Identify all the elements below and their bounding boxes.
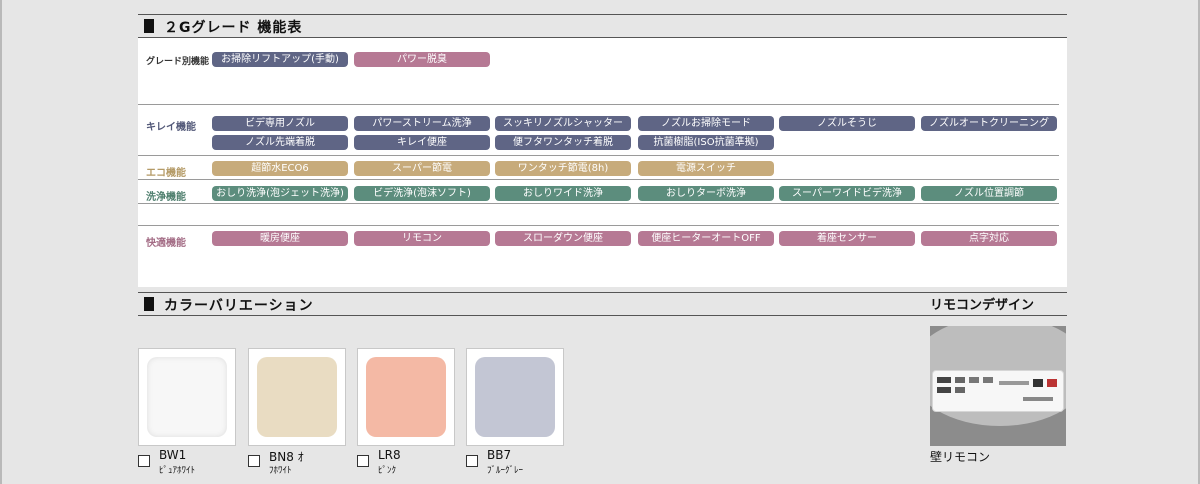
feature-pill-kirei: 便フタワンタッチ着脱 [495,135,631,150]
color-checkbox-bw1[interactable] [138,455,150,467]
row-label-sen: 洗浄機能 [146,192,186,203]
square-bullet-icon [144,19,154,33]
color-section-header: カラーバリエーション [138,292,1067,316]
feature-pill-eco: ワンタッチ節電(8h) [495,161,631,176]
feature-pill-kirei: スッキリノズルシャッター [495,116,631,131]
feature-pill-kai: リモコン [354,231,490,246]
row-divider [138,225,1059,226]
swatch-tile [475,357,555,437]
color-name: ﾌﾞﾙｰｸﾞﾚｰ [487,466,524,476]
remote-design-title: リモコンデザイン [930,298,1035,313]
remote-control-image [930,326,1066,446]
swatch-tile [147,357,227,437]
color-code: LR8 [378,448,401,462]
feature-pill-kirei: ノズルそうじ [779,116,915,131]
remote-caption: 壁リモコン [930,450,991,464]
color-swatch-bb7[interactable] [466,348,564,446]
feature-pill-grade: お掃除リフトアップ(手動) [212,52,348,67]
wall-remote-body [932,370,1064,412]
feature-pill-kirei: ビデ専用ノズル [212,116,348,131]
swatch-tile [366,357,446,437]
feature-pill-kai: 点字対応 [921,231,1057,246]
row-divider [138,104,1059,105]
feature-pill-kai: 便座ヒーターオートOFF [638,231,774,246]
feature-pill-kirei: ノズルお掃除モード [638,116,774,131]
color-checkbox-bn8[interactable] [248,455,260,467]
color-checkbox-lr8[interactable] [357,455,369,467]
row-label-kirei: キレイ機能 [146,122,196,133]
row-label-grade: グレード別機能 [146,57,210,67]
feature-pill-kirei: ノズルオートクリーニング [921,116,1057,131]
row-divider [138,203,1059,204]
color-checkbox-bb7[interactable] [466,455,478,467]
color-name: ﾌﾎﾜｲﾄ [269,466,292,476]
feature-pill-kai: スローダウン便座 [495,231,631,246]
feature-pill-kai: 着座センサー [779,231,915,246]
feature-table: グレード別機能 キレイ機能 エコ機能 洗浄機能 快適機能 お掃除リフトアップ(手… [138,38,1067,287]
feature-pill-grade: パワー脱臭 [354,52,490,67]
row-label-eco: エコ機能 [146,168,186,179]
feature-pill-sen: ビデ洗浄(泡沫ソフト) [354,186,490,201]
product-spec-content: ２Gグレード 機能表 グレード別機能 キレイ機能 エコ機能 洗浄機能 快適機能 … [138,0,1068,484]
feature-pill-sen: おしり洗浄(泡ジェット洗浄) [212,186,348,201]
feature-pill-sen: ノズル位置調節 [921,186,1057,201]
color-name: ﾋﾟｭｱﾎﾜｲﾄ [159,466,196,476]
row-divider [138,155,1059,156]
square-bullet-icon [144,297,154,311]
feature-pill-kai: 暖房便座 [212,231,348,246]
color-code: BW1 [159,448,187,462]
features-section-header: ２Gグレード 機能表 [138,14,1067,38]
feature-pill-kirei: 抗菌樹脂(ISO抗菌準拠) [638,135,774,150]
color-swatch-lr8[interactable] [357,348,455,446]
remote-buttons-icon [937,377,1057,401]
feature-pill-eco: スーパー節電 [354,161,490,176]
feature-pill-sen: スーパーワイドビデ洗浄 [779,186,915,201]
color-title: カラーバリエーション [164,298,314,314]
feature-pill-eco: 超節水ECO6 [212,161,348,176]
row-divider [138,179,1059,180]
swatch-tile [257,357,337,437]
color-swatch-bn8[interactable] [248,348,346,446]
feature-pill-sen: おしりワイド洗浄 [495,186,631,201]
features-title: ２Gグレード 機能表 [164,20,303,36]
feature-pill-eco: 電源スイッチ [638,161,774,176]
feature-pill-kirei: キレイ便座 [354,135,490,150]
color-code: BB7 [487,448,512,462]
frame-left [0,0,2,484]
feature-pill-kirei: ノズル先端着脱 [212,135,348,150]
feature-pill-sen: おしりターボ洗浄 [638,186,774,201]
feature-pill-kirei: パワーストリーム洗浄 [354,116,490,131]
color-name: ﾋﾟﾝｸ [378,466,397,476]
color-swatch-bw1[interactable] [138,348,236,446]
row-label-kai: 快適機能 [146,238,186,249]
